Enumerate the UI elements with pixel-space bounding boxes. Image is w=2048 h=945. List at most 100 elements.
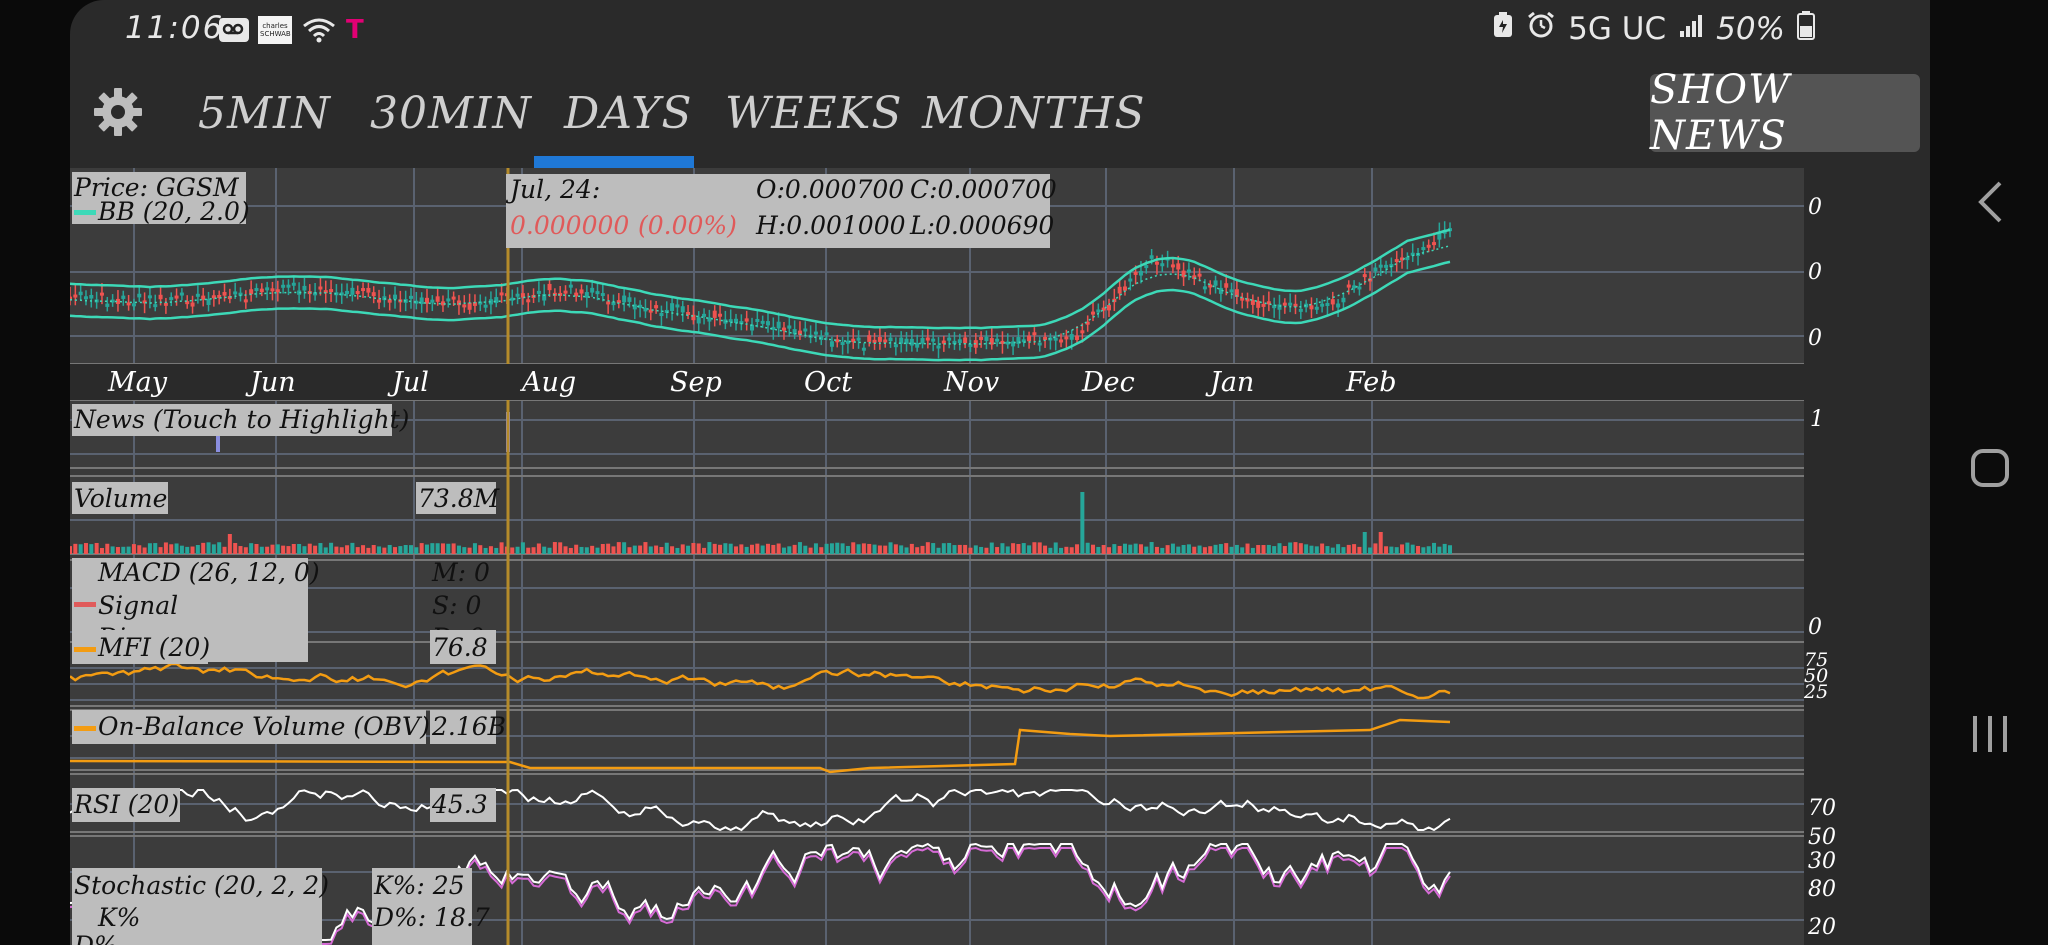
volume-bar: [973, 545, 978, 554]
candle: [1202, 286, 1207, 290]
tab-days[interactable]: DAYS: [564, 88, 692, 139]
candle: [931, 338, 936, 342]
volume-bar: [361, 545, 366, 554]
ohlc-change: 0.000000: [510, 211, 629, 240]
volume-bar: [659, 546, 664, 554]
recents-icon[interactable]: [1970, 712, 2010, 760]
volume-bar: [989, 542, 994, 554]
volume-bar: [963, 544, 968, 554]
volume-bar: [1261, 545, 1266, 554]
candle: [957, 339, 962, 343]
candle: [1064, 336, 1069, 340]
show-news-button[interactable]: SHOW NEWS: [1650, 67, 1920, 159]
candle: [222, 292, 227, 296]
voicemail-icon: [218, 16, 250, 44]
volume-bar: [680, 544, 685, 554]
month-tick: Dec: [1081, 367, 1135, 398]
volume-bar: [872, 544, 877, 554]
home-icon[interactable]: [1970, 448, 2010, 492]
candle: [259, 288, 264, 293]
candle: [1432, 242, 1437, 246]
volume-bar: [510, 547, 515, 554]
candle: [275, 289, 280, 293]
volume-bar: [648, 546, 653, 554]
candle: [606, 301, 611, 305]
volume-bar: [1240, 547, 1245, 554]
bb-swatch: [74, 210, 96, 215]
tab-5min[interactable]: 5MIN: [198, 88, 331, 139]
candle: [1027, 335, 1032, 342]
tmobile-icon: T: [346, 15, 364, 45]
battery-icon: [1797, 10, 1815, 48]
volume-bar: [606, 543, 611, 554]
volume-bar: [1234, 544, 1239, 554]
candle: [1346, 284, 1351, 288]
volume-bar: [1426, 546, 1431, 554]
volume-bar: [552, 542, 557, 554]
price-ytick: 0: [1808, 326, 1822, 351]
mfi-label: MFI (20): [97, 633, 210, 662]
candle: [179, 292, 184, 296]
ohlc-date: Jul, 24:: [505, 175, 600, 204]
candle: [803, 328, 808, 332]
volume-bar: [1048, 547, 1053, 554]
volume-bar: [366, 547, 371, 554]
volume-bar: [440, 543, 445, 554]
volume-bar: [1293, 542, 1298, 554]
chart-grid: [70, 168, 1930, 945]
candle: [78, 291, 83, 296]
candle: [1330, 299, 1335, 305]
candle: [1122, 286, 1127, 291]
volume-bar: [1442, 543, 1447, 554]
tab-weeks[interactable]: WEEKS: [725, 88, 902, 139]
wifi-icon: [302, 16, 336, 44]
candle: [366, 287, 371, 293]
chart-canvas[interactable]: Price: GGSM BB (20, 2.0) Jul, 24: O:0.00…: [70, 168, 1930, 945]
candle: [515, 293, 520, 297]
volume-bar: [78, 544, 83, 554]
volume-bar: [1378, 532, 1383, 554]
stoch-d-label: D%: [73, 931, 118, 945]
candle: [174, 295, 179, 299]
stock-chart[interactable]: Price: GGSM BB (20, 2.0) Jul, 24: O:0.00…: [70, 168, 1930, 945]
candle: [1336, 303, 1341, 308]
volume-bar: [1389, 546, 1394, 554]
candle: [643, 307, 648, 312]
tab-months[interactable]: MONTHS: [922, 88, 1146, 139]
volume-bar: [712, 543, 717, 554]
settings-gear-icon[interactable]: [92, 86, 144, 142]
volume-bar: [83, 543, 88, 554]
volume-bar: [1394, 547, 1399, 554]
battery-percent: 50%: [1716, 11, 1785, 47]
stoch-k-value: K%: 25: [373, 871, 465, 900]
candle: [829, 341, 834, 347]
tab-30min[interactable]: 30MIN: [370, 88, 532, 139]
timeframe-tab-bar: 5MIN 30MIN DAYS WEEKS MONTHS SHOW NEWS: [70, 60, 1930, 168]
back-icon[interactable]: [1976, 180, 2004, 228]
volume-bar: [1112, 544, 1117, 554]
volume-bar: [1229, 546, 1234, 554]
candle: [355, 291, 360, 295]
month-tick: Jul: [387, 367, 429, 398]
network-type: 5G UC: [1568, 11, 1667, 47]
candle: [877, 337, 882, 342]
candle: [776, 321, 781, 329]
candle: [1405, 257, 1410, 261]
volume-bar: [803, 545, 808, 554]
volume-bar: [169, 544, 174, 554]
candle: [744, 318, 749, 322]
volume-bar: [728, 543, 733, 554]
mfi-value: 76.8: [432, 633, 488, 662]
candle: [1373, 267, 1378, 272]
volume-bar: [984, 547, 989, 554]
news-label: News (Touch to Highlight): [73, 405, 409, 434]
candle: [1426, 244, 1431, 248]
volume-bar: [1085, 542, 1090, 554]
volume-bar: [137, 545, 142, 554]
volume-bar: [1069, 547, 1074, 554]
volume-bar: [126, 546, 131, 554]
candle: [1080, 330, 1085, 334]
candle: [153, 304, 158, 308]
volume-bar: [488, 546, 493, 554]
candle: [1261, 303, 1266, 307]
